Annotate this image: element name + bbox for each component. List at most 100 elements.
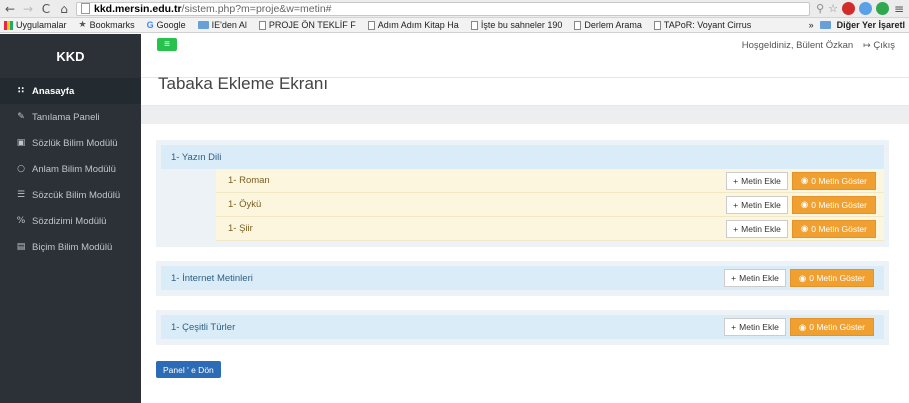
bookmark-item[interactable]: TAPoR: Voyant Cirrus bbox=[653, 20, 752, 30]
page-icon bbox=[258, 20, 266, 30]
sidebar-item[interactable]: % Sözdizimi Modülü bbox=[0, 208, 141, 234]
page-icon bbox=[574, 20, 582, 30]
bookmark-label: PROJE ÖN TEKLİF F bbox=[268, 20, 356, 30]
extension-blue-icon[interactable] bbox=[859, 2, 872, 15]
plus-icon: + bbox=[733, 175, 739, 186]
circle-icon: ○ bbox=[17, 164, 25, 174]
google-g-icon: G bbox=[146, 20, 154, 30]
sidebar-item[interactable]: ∷ Anasayfa bbox=[0, 78, 141, 104]
browser-toolbar: ← → C ⌂ kkd.mersin.edu.tr/sistem.php?m=p… bbox=[0, 0, 909, 18]
sidebar: KKD ∷ Anasayfa ✎ Tanılama Paneli ▣ Sözlük Bil… bbox=[0, 34, 141, 403]
star-icon: ★ bbox=[78, 20, 87, 30]
welcome-text: Hoşgeldiniz, Bülent Özkan bbox=[741, 40, 854, 51]
group-header: 1- İnternet Metinleri + Metin Ekle ◉ 0 Metin… bbox=[161, 266, 884, 290]
sidebar-item[interactable]: ✎ Tanılama Paneli bbox=[0, 104, 141, 130]
bookmark-item[interactable]: İşte bu sahneler 190 bbox=[470, 20, 562, 30]
show-texts-label: 0 Metin Göster bbox=[811, 223, 867, 234]
bookmark-label: Derlem Arama bbox=[584, 20, 642, 30]
show-texts-button[interactable]: ◉ 0 Metin Göster bbox=[791, 195, 876, 214]
logout-label: Çıkış bbox=[873, 40, 895, 51]
menu-toggle-button[interactable]: ≡ bbox=[157, 38, 177, 51]
show-texts-label: 0 Metin Göster bbox=[811, 175, 867, 186]
book-icon: ▣ bbox=[16, 138, 26, 148]
brand-logo[interactable]: KKD bbox=[0, 34, 141, 78]
app-shell: KKD ∷ Anasayfa ✎ Tanılama Paneli ▣ Sözlük Bil… bbox=[0, 34, 909, 403]
reload-icon[interactable]: C bbox=[40, 2, 52, 16]
show-texts-label: 0 Metin Göster bbox=[809, 273, 865, 283]
address-bar[interactable]: kkd.mersin.edu.tr/sistem.php?m=proje&w=m… bbox=[76, 1, 811, 16]
add-text-button[interactable]: + Metin Ekle bbox=[726, 195, 788, 214]
sidebar-item[interactable]: ▣ Sözlük Bilim Modülü bbox=[0, 130, 141, 156]
show-texts-button[interactable]: ◉ 0 Metin Göster bbox=[791, 219, 876, 238]
group-title[interactable]: 1- Çeşitli Türler bbox=[171, 322, 235, 333]
pencil-icon: ✎ bbox=[17, 112, 25, 122]
sidebar-item[interactable]: ☰ Sözcük Bilim Modülü bbox=[0, 182, 141, 208]
add-text-button[interactable]: + Metin Ekle bbox=[724, 269, 786, 287]
sidebar-item-label: Anlam Bilim Modülü bbox=[32, 163, 116, 175]
bookmarks-bar: Uygulamalar ★ Bookmarks G Google IE'den Al PRO… bbox=[0, 18, 909, 33]
url-host: kkd.mersin.edu.tr bbox=[94, 2, 182, 15]
content-divider bbox=[141, 106, 909, 124]
bookmark-item[interactable]: ★ Bookmarks bbox=[79, 20, 135, 30]
eye-icon: ◉ bbox=[800, 223, 809, 233]
bookmark-star-icon[interactable]: ☆ bbox=[828, 2, 838, 15]
bookmark-item[interactable]: Adım Adım Kitap Ha bbox=[367, 20, 459, 30]
eye-icon: ◉ bbox=[800, 199, 809, 209]
sidebar-menu: ∷ Anasayfa ✎ Tanılama Paneli ▣ Sözlük Bilim M… bbox=[0, 78, 141, 260]
show-texts-button[interactable]: ◉ 0 Metin Göster bbox=[789, 318, 874, 336]
sub-row-title[interactable]: 1- Şiir bbox=[228, 223, 253, 234]
sidebar-item-label: Tanılama Paneli bbox=[32, 111, 100, 123]
sub-row: 1- Öykü + Metin Ekle ◉ 0 Metin Göster bbox=[216, 193, 884, 217]
bookmark-item[interactable]: G Google bbox=[147, 20, 186, 30]
bookmarks-overflow-icon[interactable]: » bbox=[809, 20, 814, 30]
group-title[interactable]: 1- İnternet Metinleri bbox=[171, 273, 253, 284]
eye-icon: ◉ bbox=[798, 321, 807, 332]
back-to-panel-button[interactable]: Panel ' e Dön bbox=[156, 361, 221, 378]
url-path: /sistem.php?m=proje&w=metin# bbox=[181, 2, 332, 15]
menu-icon[interactable]: ≡ bbox=[893, 2, 905, 16]
add-text-label: Metin Ekle bbox=[741, 175, 781, 186]
bookmark-item[interactable]: IE'den Al bbox=[197, 20, 247, 30]
bookmark-item[interactable]: PROJE ÖN TEKLİF F bbox=[258, 20, 356, 30]
add-text-label: Metin Ekle bbox=[741, 223, 781, 234]
group-header: 1- Yazın Dili bbox=[161, 145, 884, 169]
logout-icon: ↦ bbox=[863, 41, 871, 51]
sub-row-title[interactable]: 1- Öykü bbox=[228, 199, 261, 210]
extension-red-icon[interactable] bbox=[842, 2, 855, 15]
page-icon bbox=[470, 20, 478, 30]
bookmark-label: TAPoR: Voyant Cirrus bbox=[663, 20, 752, 30]
bookmark-item[interactable]: Uygulamalar bbox=[4, 20, 67, 30]
bookmark-label: IE'den Al bbox=[211, 20, 247, 30]
add-text-label: Metin Ekle bbox=[741, 199, 781, 210]
logout-link[interactable]: ↦ Çıkış bbox=[863, 40, 895, 51]
main-content: ≡ Hoşgeldiniz, Bülent Özkan ↦ Çıkış Taba… bbox=[141, 34, 909, 403]
hamburger-icon: ≡ bbox=[164, 39, 170, 50]
show-texts-button[interactable]: ◉ 0 Metin Göster bbox=[791, 171, 876, 190]
list-icon: ☰ bbox=[16, 190, 26, 200]
sidebar-item-label: Anasayfa bbox=[32, 85, 75, 97]
extension-shield-icon[interactable] bbox=[876, 2, 889, 15]
sub-row-title[interactable]: 1- Roman bbox=[228, 175, 270, 186]
sidebar-item[interactable]: ▤ Biçim Bilim Modülü bbox=[0, 234, 141, 260]
sidebar-item-label: Sözdizimi Modülü bbox=[32, 215, 107, 227]
folder-icon bbox=[819, 21, 831, 29]
zoom-icon[interactable]: ⚲ bbox=[816, 2, 824, 15]
page-icon bbox=[653, 20, 661, 30]
folder-icon bbox=[197, 21, 209, 29]
add-text-button[interactable]: + Metin Ekle bbox=[726, 171, 788, 190]
home-icon[interactable]: ⌂ bbox=[58, 2, 70, 16]
other-bookmarks[interactable]: Diğer Yer İşaretl bbox=[837, 20, 905, 30]
show-texts-button[interactable]: ◉ 0 Metin Göster bbox=[789, 269, 874, 287]
sidebar-item-label: Biçim Bilim Modülü bbox=[32, 241, 113, 253]
bookmark-item[interactable]: Derlem Arama bbox=[574, 20, 642, 30]
back-arrow-icon[interactable]: ← bbox=[4, 2, 16, 16]
apps-grid-icon bbox=[4, 20, 13, 30]
sub-row: 1- Roman + Metin Ekle ◉ 0 Metin Göster bbox=[216, 169, 884, 193]
add-text-button[interactable]: + Metin Ekle bbox=[724, 318, 786, 336]
group-title[interactable]: 1- Yazın Dili bbox=[171, 152, 221, 163]
plus-icon: + bbox=[731, 273, 737, 283]
plus-icon: + bbox=[731, 322, 737, 332]
add-text-button[interactable]: + Metin Ekle bbox=[726, 219, 788, 238]
sidebar-item[interactable]: ○ Anlam Bilim Modülü bbox=[0, 156, 141, 182]
forward-arrow-icon[interactable]: → bbox=[22, 2, 34, 16]
